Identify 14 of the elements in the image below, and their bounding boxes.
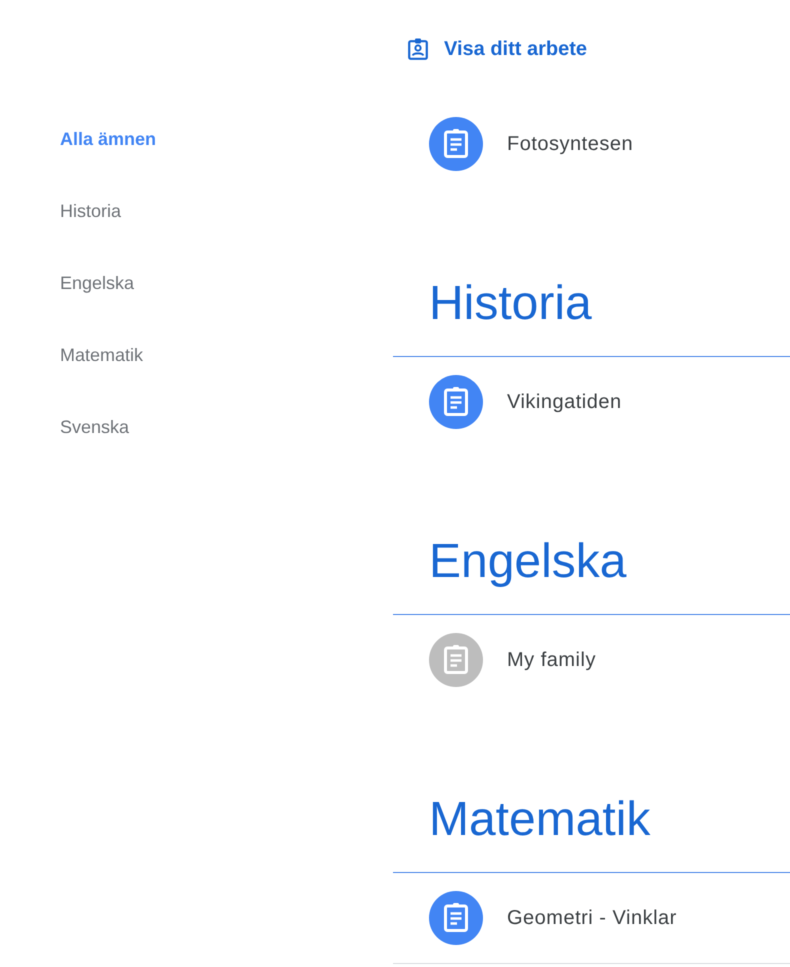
topic-heading: Matematik (429, 795, 650, 845)
clipboard-person-icon (408, 38, 428, 60)
sidebar-item[interactable]: Alla ämnen (60, 103, 156, 175)
topic-heading: Engelska (429, 537, 626, 587)
assignment-title[interactable]: Geometri - Vinklar (507, 906, 677, 930)
sidebar-item[interactable]: Engelska (60, 247, 134, 319)
sidebar-item[interactable]: Svenska (60, 391, 130, 463)
topic-heading: Historia (429, 279, 592, 329)
view-work-link[interactable]: Visa ditt arbete (408, 35, 588, 63)
sidebar-item[interactable]: Historia (60, 175, 122, 247)
assignment-title[interactable]: My family (507, 648, 596, 672)
assignment-title[interactable]: Fotosyntesen (507, 132, 634, 156)
sidebar-item[interactable]: Matematik (60, 319, 144, 391)
assignment-title[interactable]: Vikingatiden (507, 390, 622, 414)
